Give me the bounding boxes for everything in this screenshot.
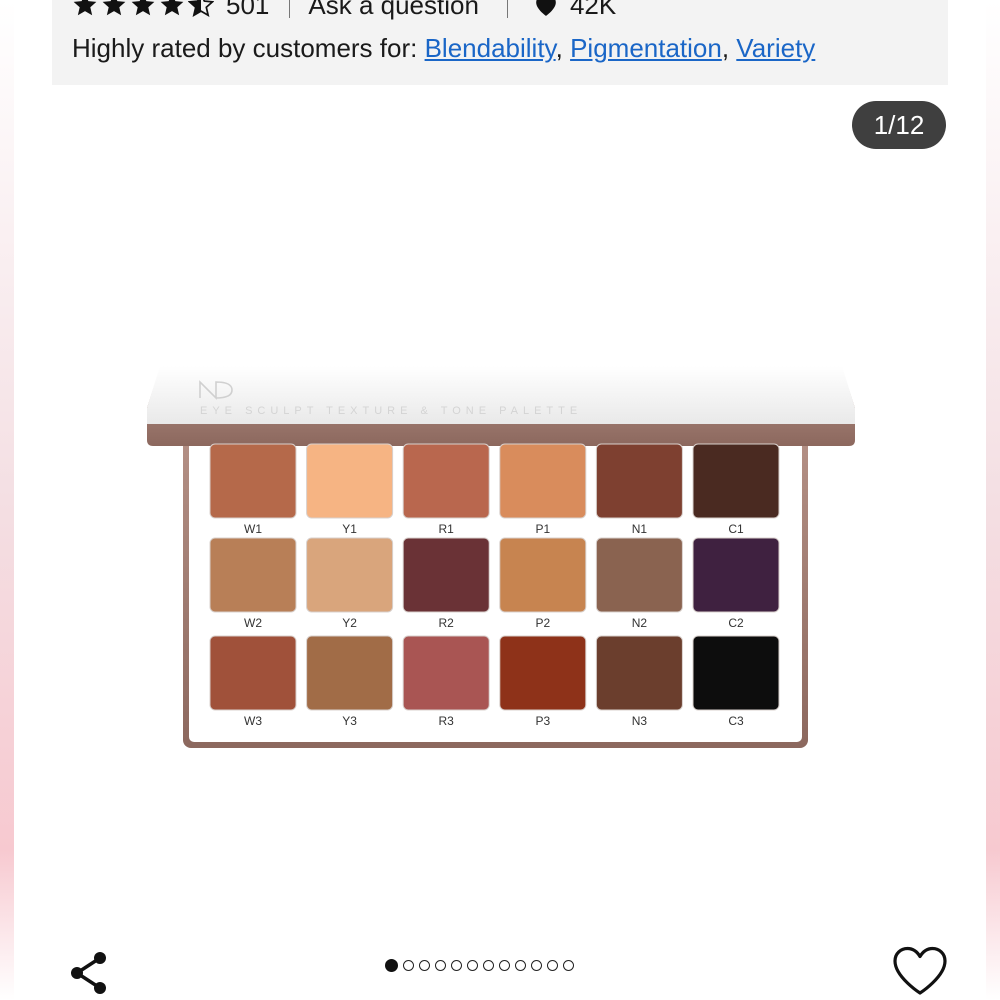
page-edge-right [986,0,1000,1000]
highly-rated-prefix: Highly rated by customers for: [72,33,425,63]
pagination-dot[interactable] [385,959,398,972]
pagination-dot[interactable] [451,960,462,971]
page-edge-left [0,0,14,1000]
half-star-icon [188,0,214,18]
pagination-dot[interactable] [403,960,414,971]
shade-label: C2 [728,616,744,630]
image-pagination-dots[interactable] [385,959,574,972]
eyeshadow-pan-r3 [402,635,490,711]
pagination-dot[interactable] [435,960,446,971]
eyeshadow-pan-w3 [209,635,297,711]
review-count[interactable]: 501 [226,0,269,21]
pagination-dot[interactable] [515,960,526,971]
shade-label: C1 [728,522,744,536]
highly-rated-line: Highly rated by customers for: Blendabil… [72,33,815,64]
star-icon [131,0,155,16]
shade-label: R2 [439,616,455,630]
pagination-dot[interactable] [531,960,542,971]
star-icon [160,0,184,16]
likes-count: 42K [569,0,617,20]
palette-lid-text: EYE SCULPT TEXTURE & TONE PALETTE [200,405,582,417]
pagination-dot[interactable] [483,960,494,971]
rating-row: 501 Ask a question 42K [72,0,616,20]
shade-label: R3 [439,714,455,728]
star-rating[interactable] [72,0,214,18]
ask-question-link[interactable]: Ask a question [308,0,479,21]
eyeshadow-pan-n3 [595,635,683,711]
pagination-dot[interactable] [547,960,558,971]
eyeshadow-pan-r1 [402,443,490,519]
divider [289,0,291,18]
pagination-dot[interactable] [419,960,430,971]
star-icon [73,0,97,16]
eyeshadow-pan-p1 [499,443,587,519]
eyeshadow-pan-r2 [402,537,490,613]
pagination-dot[interactable] [499,960,510,971]
eyeshadow-pan-c3 [692,635,780,711]
eyeshadow-pan-y1 [306,443,394,519]
gallery-controls [0,940,1000,1000]
star-icon [102,0,126,16]
shade-label: N2 [632,616,648,630]
eyeshadow-pan-n2 [595,537,683,613]
tag-link-variety[interactable]: Variety [736,33,815,63]
eyeshadow-pan-w1 [209,443,297,519]
eyeshadow-pan-n1 [595,443,683,519]
eyeshadow-pan-p3 [499,635,587,711]
share-icon[interactable] [68,950,110,996]
eyeshadow-pan-c2 [692,537,780,613]
eyeshadow-pan-y2 [306,537,394,613]
divider [506,0,508,18]
tag-link-pigmentation[interactable]: Pigmentation [570,33,722,63]
shade-label: W2 [244,616,262,630]
pagination-dot[interactable] [467,960,478,971]
heart-outline-icon[interactable] [890,945,950,997]
shade-label: W3 [244,714,262,728]
eyeshadow-pan-c1 [692,443,780,519]
tag-separator: , [555,33,571,63]
eyeshadow-pan-p2 [499,537,587,613]
eyeshadow-pan-w2 [209,537,297,613]
shade-label: Y2 [342,616,357,630]
heart-filled-icon[interactable] [532,0,560,17]
shade-label: W1 [244,522,262,536]
shade-label: P3 [535,714,550,728]
shade-label: N1 [632,522,648,536]
shade-label: P1 [535,522,550,536]
shade-label: R1 [439,522,455,536]
product-image[interactable]: EYE SCULPT TEXTURE & TONE PALETTE W1 Y1 R1… [140,360,860,760]
image-counter-badge: 1/12 [852,101,946,149]
tag-separator: , [721,33,737,63]
product-info-panel: 501 Ask a question 42K Highly rated by c… [52,0,948,85]
shade-label: P2 [535,616,550,630]
eyeshadow-pan-y3 [306,635,394,711]
shade-label: N3 [632,714,648,728]
pagination-dot[interactable] [563,960,574,971]
shade-label: Y3 [342,714,357,728]
shade-label: C3 [728,714,744,728]
shade-label: Y1 [342,522,357,536]
tag-link-blendability[interactable]: Blendability [425,33,556,63]
